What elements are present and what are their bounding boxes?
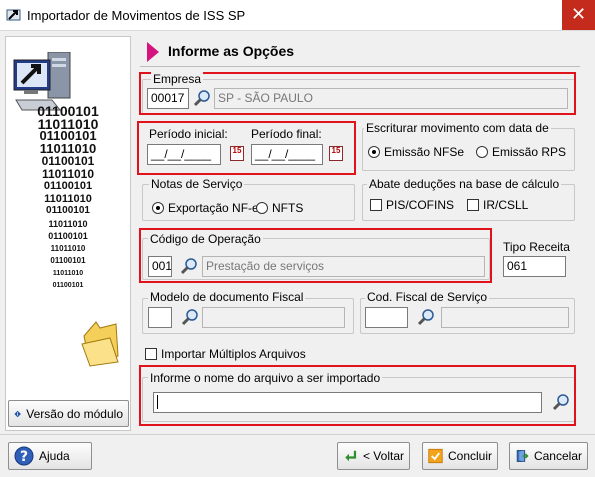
cancel-button[interactable]: Cancelar — [509, 442, 588, 470]
calendar-icon[interactable]: 15 — [230, 146, 244, 161]
radio-label: Emissão NFSe — [384, 145, 465, 159]
check-pis-cofins[interactable]: PIS/COFINS — [370, 198, 454, 212]
checkbox-label: Importar Múltiplos Arquivos — [161, 347, 306, 361]
periodo-final-field[interactable]: __/__/____ — [251, 144, 323, 165]
checkbox[interactable] — [145, 348, 157, 360]
periodo-inicial-field[interactable]: __/__/____ — [147, 144, 221, 165]
checkbox-label: IR/CSLL — [483, 198, 529, 212]
binary-line: 01100101 — [46, 205, 90, 216]
modelo-doc-label: Modelo de documento Fiscal — [148, 290, 306, 304]
empresa-code-field[interactable]: 00017 — [147, 88, 189, 109]
modelo-doc-field[interactable] — [148, 307, 172, 328]
radio-label: NFTS — [272, 201, 304, 215]
close-button[interactable]: ✕ — [562, 0, 595, 30]
notas-label: Notas de Serviço — [149, 177, 245, 191]
checkbox[interactable] — [370, 199, 382, 211]
check-ir-csll[interactable]: IR/CSLL — [467, 198, 528, 212]
periodo-final-label: Período final: — [251, 127, 322, 141]
exit-door-icon — [516, 450, 529, 462]
search-icon[interactable] — [416, 307, 436, 327]
info-icon — [14, 410, 21, 417]
codigo-operacao-description: Prestação de serviços — [202, 256, 485, 277]
calendar-icon[interactable]: 15 — [329, 146, 343, 161]
binary-line: 11011010 — [50, 243, 86, 253]
escriturar-label: Escriturar movimento com data de — [364, 121, 551, 135]
title-bar: Importador de Movimentos de ISS SP ✕ — [0, 0, 595, 31]
binary-line: 11011010 — [41, 166, 95, 181]
help-icon: ? — [14, 446, 34, 466]
binary-line: 11011010 — [48, 218, 88, 229]
cod-fiscal-label: Cod. Fiscal de Serviço — [365, 290, 490, 304]
binary-line: 01100101 — [43, 180, 93, 192]
binary-line: 01100101 — [50, 256, 86, 265]
checkbox[interactable] — [467, 199, 479, 211]
codigo-operacao-field[interactable]: 001 — [148, 256, 172, 277]
app-icon — [6, 9, 21, 21]
help-button-label: Ajuda — [39, 449, 70, 463]
arquivo-path-field[interactable] — [153, 392, 542, 413]
page-title: Informe as Opções — [168, 43, 295, 59]
importar-multiplos-checkbox[interactable]: Importar Múltiplos Arquivos — [145, 347, 306, 361]
help-button[interactable]: ? Ajuda — [8, 442, 92, 470]
binary-decoration: 01100101 11011010 01100101 11011010 0110… — [18, 104, 118, 293]
search-icon[interactable] — [192, 88, 212, 108]
back-arrow-icon — [345, 450, 357, 462]
version-button-label: Versão do módulo — [26, 406, 123, 421]
radio-nfts[interactable]: NFTS — [256, 201, 303, 215]
tipo-receita-label: Tipo Receita — [503, 240, 570, 254]
tipo-receita-field[interactable]: 061 — [503, 256, 566, 277]
binary-line: 11011010 — [52, 269, 84, 277]
modelo-doc-description — [202, 307, 345, 328]
cod-fiscal-field[interactable] — [365, 307, 408, 328]
binary-line: 11011010 — [44, 192, 92, 205]
check-icon — [428, 448, 443, 464]
arquivo-label: Informe o nome do arquivo a ser importad… — [148, 371, 383, 385]
version-button[interactable]: Versão do módulo — [8, 400, 129, 427]
radio-button[interactable] — [476, 146, 488, 158]
finish-button[interactable]: Concluir — [422, 442, 498, 470]
abate-label: Abate deduções na base de cálculo — [367, 177, 562, 191]
header-arrow-icon — [147, 42, 159, 62]
binary-line: 01100101 — [52, 282, 84, 289]
search-icon[interactable] — [180, 307, 200, 327]
radio-button[interactable] — [152, 202, 164, 214]
empresa-name-field: SP - SÃO PAULO — [214, 88, 568, 109]
radio-button[interactable] — [256, 202, 268, 214]
search-icon[interactable] — [551, 392, 571, 412]
cancel-button-label: Cancelar — [533, 449, 582, 463]
checkbox-label: PIS/COFINS — [386, 198, 455, 212]
codigo-operacao-label: Código de Operação — [148, 232, 263, 246]
periodo-inicial-label: Período inicial: — [149, 127, 228, 141]
radio-label: Emissão RPS — [492, 145, 567, 159]
finish-button-label: Concluir — [447, 449, 492, 463]
window-title: Importador de Movimentos de ISS SP — [27, 8, 246, 23]
radio-emissao-nfse[interactable]: Emissão NFSe — [368, 145, 464, 159]
empresa-label: Empresa — [151, 72, 204, 86]
back-button-label: < Voltar — [362, 449, 404, 463]
binary-line: 01100101 — [48, 231, 88, 241]
folder-icon — [81, 321, 119, 367]
text-cursor — [157, 395, 158, 409]
footer-divider — [0, 434, 595, 435]
header-divider — [140, 66, 580, 67]
radio-emissao-rps[interactable]: Emissão RPS — [476, 145, 566, 159]
search-icon[interactable] — [179, 256, 199, 276]
cod-fiscal-description — [441, 307, 569, 328]
binary-line: 01100101 — [41, 154, 95, 168]
svg-text:?: ? — [20, 449, 28, 465]
radio-label: Exportação NF-e — [168, 201, 259, 215]
radio-exportacao-nfe[interactable]: Exportação NF-e — [152, 201, 259, 215]
radio-button[interactable] — [368, 146, 380, 158]
back-button[interactable]: < Voltar — [337, 442, 410, 470]
